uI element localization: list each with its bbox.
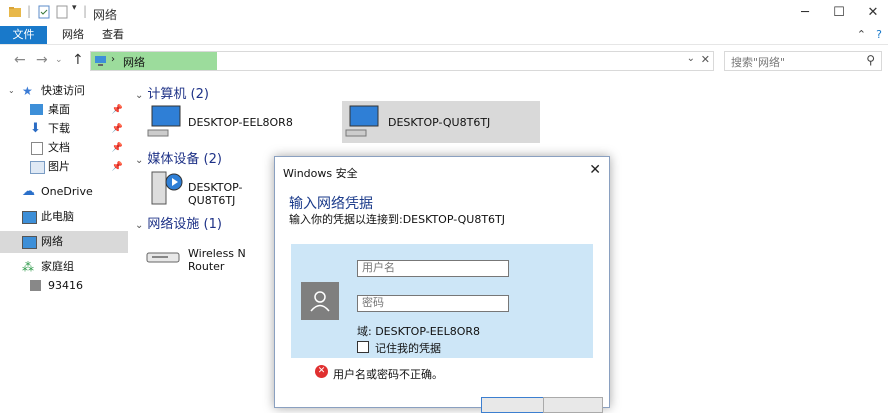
collapse-chevron-icon[interactable]: ⌄ xyxy=(135,155,143,166)
search-placeholder: 搜索"网络" xyxy=(731,56,786,69)
dialog-subtitle: 输入你的凭据以连接到:DESKTOP-QU8T6TJ xyxy=(289,213,505,226)
collapse-chevron-icon[interactable]: ⌄ xyxy=(135,220,143,231)
window-title: 网络 xyxy=(93,8,118,22)
user-icon xyxy=(30,280,41,291)
close-button[interactable]: ✕ xyxy=(850,0,888,26)
homegroup-icon: ⁂ xyxy=(22,260,34,274)
computer-name: DESKTOP-EEL8OR8 xyxy=(188,116,293,129)
address-bar[interactable]: › 网络 ⌄ ✕ xyxy=(90,51,714,71)
dialog-title: Windows 安全 xyxy=(283,167,358,180)
forward-arrow-icon[interactable]: → xyxy=(36,52,48,68)
avatar xyxy=(301,282,339,320)
computer-icon xyxy=(345,105,379,137)
address-highlight xyxy=(91,52,217,70)
dialog-heading: 输入网络凭据 xyxy=(289,196,373,212)
credential-panel: 域: DESKTOP-EEL8OR8 记住我的凭据 xyxy=(291,244,593,358)
search-box[interactable]: 搜索"网络" ⚲ xyxy=(724,51,882,71)
computer-item[interactable]: DESKTOP-EEL8OR8 xyxy=(146,104,336,144)
media-device-name: DESKTOP-QU8T6TJ xyxy=(188,181,243,207)
computer-icon xyxy=(147,105,181,137)
user-icon xyxy=(310,291,330,312)
separator: | xyxy=(27,4,32,18)
address-dropdown-icon[interactable]: ⌄ xyxy=(687,53,695,64)
router-name: Wireless N Router xyxy=(188,247,246,273)
separator: | xyxy=(83,4,88,18)
network-icon xyxy=(22,236,37,249)
credential-dialog: Windows 安全 ✕ 输入网络凭据 输入你的凭据以连接到:DESKTOP-Q… xyxy=(274,156,610,413)
collapse-chevron-icon[interactable]: ⌄ xyxy=(135,90,143,101)
password-field[interactable] xyxy=(357,295,509,312)
group-header-media[interactable]: ⌄ 媒体设备 (2) xyxy=(135,148,222,167)
search-icon[interactable]: ⚲ xyxy=(866,53,875,67)
group-header-infrastructure[interactable]: ⌄ 网络设施 (1) xyxy=(135,213,222,232)
quick-access-dropdown-icon[interactable]: ▾ xyxy=(72,3,77,13)
navigation-pane: ⌄ ★ 快速访问 桌面 📌 ⬇ 下载 📌 文档 📌 图片 📌 ☁ OneDriv… xyxy=(0,80,130,400)
pin-icon[interactable]: 📌 xyxy=(112,156,123,178)
remember-checkbox[interactable] xyxy=(357,341,369,353)
tab-network[interactable]: 网络 xyxy=(52,26,94,44)
sidebar-item-label: 此电脑 xyxy=(41,210,74,223)
ribbon-collapse-icon[interactable]: ⌃ xyxy=(857,28,866,41)
help-icon[interactable]: ? xyxy=(876,28,882,41)
media-server-icon xyxy=(151,171,183,205)
new-folder-icon[interactable] xyxy=(55,5,69,19)
download-icon: ⬇ xyxy=(30,121,41,136)
sidebar-item-user[interactable]: 93416 xyxy=(0,275,128,297)
remember-label: 记住我的凭据 xyxy=(375,342,441,355)
properties-icon[interactable] xyxy=(37,5,51,19)
domain-label: 域: DESKTOP-EEL8OR8 xyxy=(357,325,481,338)
router-item[interactable]: Wireless N Router xyxy=(146,240,274,280)
desktop-folder-icon xyxy=(30,104,43,115)
cancel-button[interactable] xyxy=(543,397,603,413)
sidebar-item-network[interactable]: 网络 xyxy=(0,231,128,253)
computer-name: DESKTOP-QU8T6TJ xyxy=(388,116,491,129)
sidebar-item-onedrive[interactable]: ☁ OneDrive xyxy=(0,181,128,203)
back-arrow-icon[interactable]: ← xyxy=(14,52,26,68)
error-message: 用户名或密码不正确。 xyxy=(333,368,443,381)
dialog-close-button[interactable]: ✕ xyxy=(589,162,601,178)
tab-view[interactable]: 查看 xyxy=(92,26,134,44)
computer-icon xyxy=(22,211,37,224)
tab-file[interactable]: 文件 xyxy=(0,26,47,44)
sidebar-item-label: 93416 xyxy=(48,279,83,292)
sidebar-item-this-pc[interactable]: 此电脑 xyxy=(0,206,128,228)
breadcrumb-network[interactable]: 网络 xyxy=(123,54,145,70)
group-header-computers[interactable]: ⌄ 计算机 (2) xyxy=(135,83,209,102)
picture-icon xyxy=(30,161,45,174)
group-title: 媒体设备 (2) xyxy=(147,152,222,167)
ribbon-tabs: 文件 网络 查看 ⌃ ? xyxy=(0,26,888,45)
up-arrow-icon[interactable]: ↑ xyxy=(72,52,84,68)
sidebar-item-pictures[interactable]: 图片 📌 xyxy=(0,156,128,178)
group-title: 网络设施 (1) xyxy=(147,217,222,232)
address-row: ← → ⌄ ↑ › 网络 ⌄ ✕ 搜索"网络" ⚲ xyxy=(0,45,888,75)
breadcrumb-chevron-icon[interactable]: › xyxy=(111,54,115,65)
username-field[interactable] xyxy=(357,260,509,277)
sidebar-item-label: OneDrive xyxy=(41,185,93,198)
sidebar-item-label: 网络 xyxy=(41,235,63,248)
media-device-item[interactable]: DESKTOP-QU8T6TJ xyxy=(146,168,274,208)
star-icon: ★ xyxy=(22,84,33,98)
refresh-icon[interactable]: ✕ xyxy=(701,53,710,66)
document-icon xyxy=(31,142,43,155)
router-icon xyxy=(146,252,180,263)
error-icon: ✕ xyxy=(315,365,328,378)
group-title: 计算机 (2) xyxy=(147,87,209,102)
network-icon xyxy=(95,56,106,66)
remember-credentials[interactable]: 记住我的凭据 xyxy=(357,340,441,356)
sidebar-item-label: 图片 xyxy=(48,160,70,173)
title-bar: | ▾ | 网络 ─ ☐ ✕ xyxy=(0,0,888,26)
folder-icon xyxy=(9,7,21,17)
recent-locations-icon[interactable]: ⌄ xyxy=(55,55,63,65)
cloud-icon: ☁ xyxy=(22,184,35,199)
computer-item[interactable]: DESKTOP-QU8T6TJ xyxy=(344,104,538,144)
